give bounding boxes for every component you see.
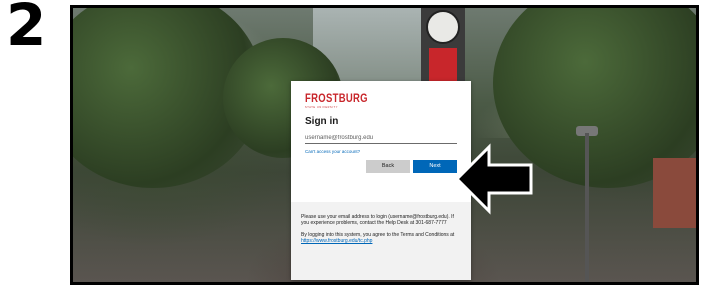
step-number: 2 bbox=[6, 0, 46, 59]
signin-buttons: Back Next bbox=[305, 160, 457, 173]
tower-banner bbox=[429, 48, 457, 84]
instruction-step: 2 FROSTBURG STATE UNIVERSITY Sign in Can… bbox=[0, 0, 707, 285]
signin-card: FROSTBURG STATE UNIVERSITY Sign in Can't… bbox=[291, 81, 471, 280]
frostburg-logo: FROSTBURG bbox=[305, 91, 368, 106]
signin-title: Sign in bbox=[305, 116, 339, 127]
cant-access-account-link[interactable]: Can't access your account? bbox=[305, 149, 457, 154]
next-button[interactable]: Next bbox=[413, 160, 457, 173]
frostburg-logo-subtext: STATE UNIVERSITY bbox=[305, 106, 338, 109]
login-help-text: Please use your email address to login (… bbox=[301, 214, 454, 227]
terms-prefix: By logging into this system, you agree t… bbox=[301, 231, 455, 238]
lamp-post bbox=[585, 133, 589, 282]
arrow-left-icon bbox=[455, 143, 533, 215]
terms-text: By logging into this system, you agree t… bbox=[301, 232, 461, 245]
email-input[interactable] bbox=[305, 135, 457, 144]
background-building bbox=[653, 158, 696, 228]
terms-link[interactable]: https://www.frostburg.edu/tc.php bbox=[301, 238, 372, 244]
signin-info-panel: Please use your email address to login (… bbox=[291, 202, 471, 280]
signin-page-screenshot: FROSTBURG STATE UNIVERSITY Sign in Can't… bbox=[70, 5, 699, 285]
clock-face bbox=[426, 10, 460, 44]
signin-form: FROSTBURG STATE UNIVERSITY Sign in Can't… bbox=[291, 81, 471, 202]
back-button[interactable]: Back bbox=[366, 160, 410, 173]
